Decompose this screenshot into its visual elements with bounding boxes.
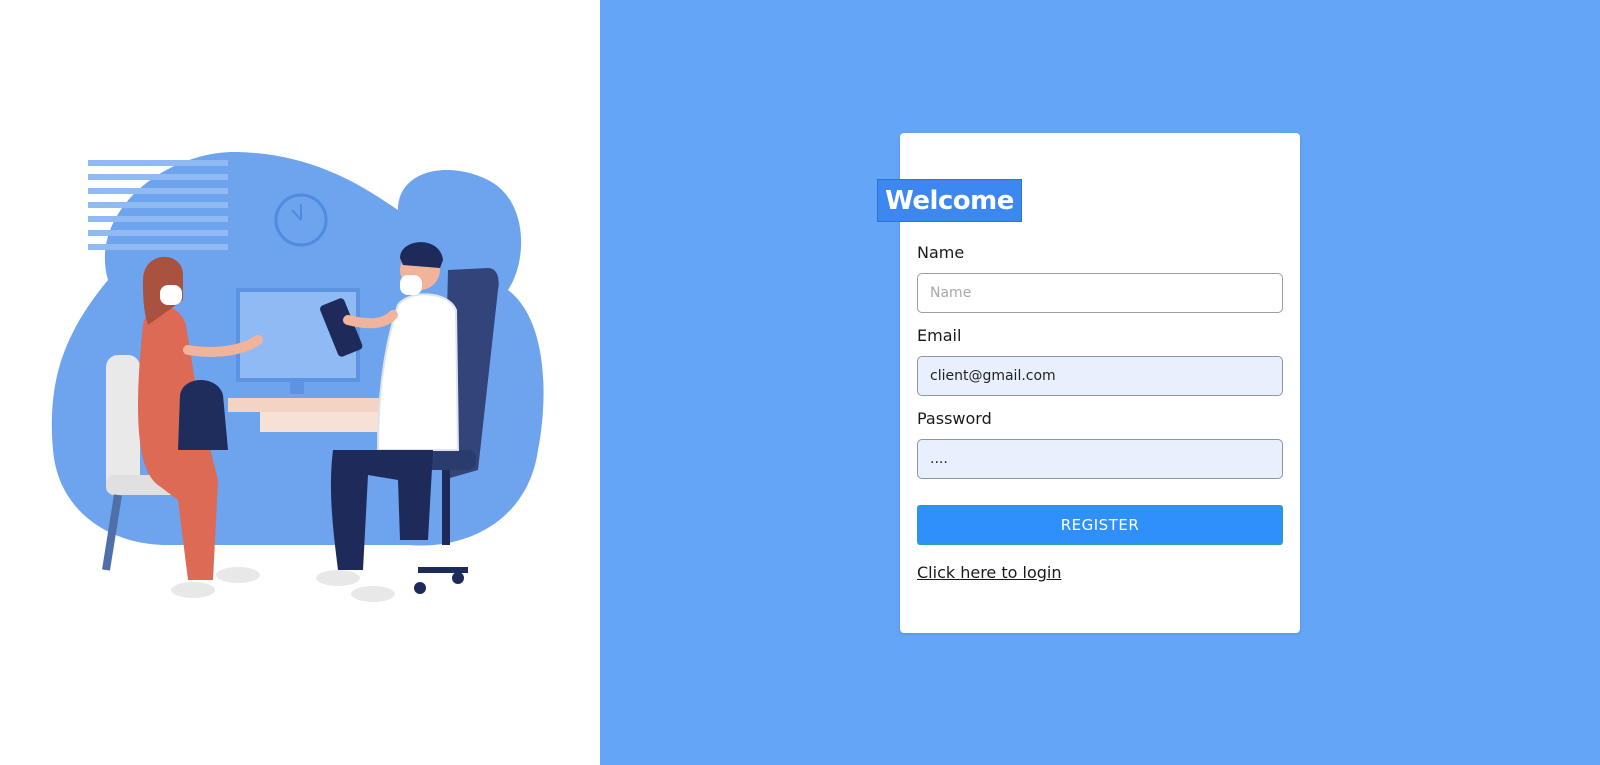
doctor-patient-illustration (51, 151, 544, 602)
email-input[interactable] (917, 356, 1283, 396)
name-input[interactable] (917, 273, 1283, 313)
register-button[interactable]: REGISTER (917, 505, 1283, 545)
email-label: Email (917, 326, 962, 345)
illustration-panel (0, 0, 600, 765)
name-label: Name (917, 243, 965, 262)
welcome-title: Welcome (877, 179, 1022, 222)
password-label: Password (917, 409, 992, 428)
password-input[interactable] (917, 439, 1283, 479)
login-link[interactable]: Click here to login (917, 563, 1061, 582)
